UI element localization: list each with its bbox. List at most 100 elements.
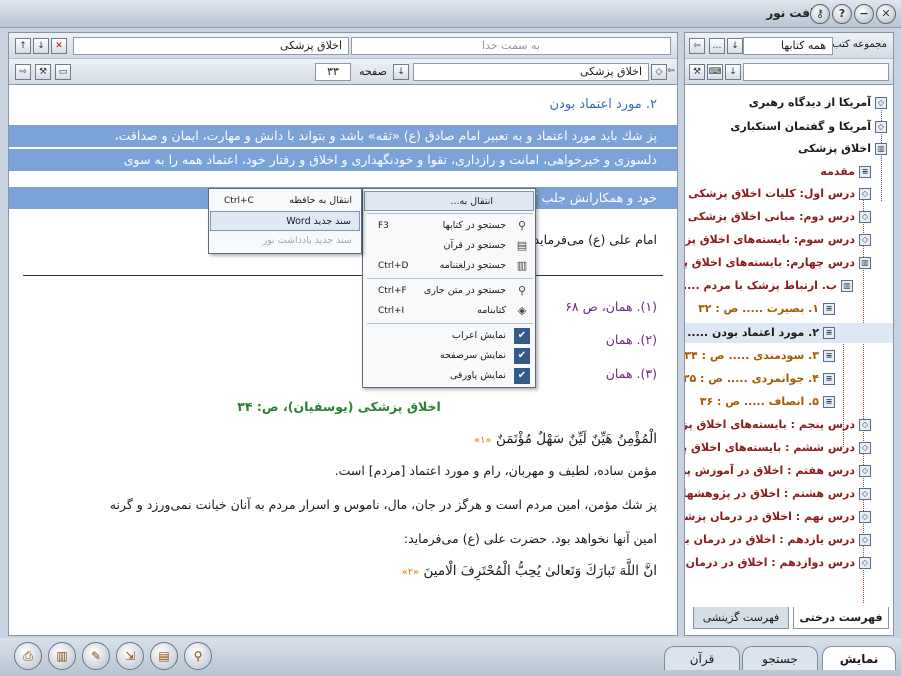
arrow-left-icon[interactable]: ⇦	[667, 64, 675, 80]
layout-icon[interactable]: ▤	[150, 642, 178, 670]
footnote-3: (۳). همان	[605, 366, 657, 381]
tree-item-16[interactable]: ◇ درس هفتم : اخلاق در آموزش پزشکی	[685, 461, 871, 481]
key-icon[interactable]: ⚷	[810, 4, 830, 24]
tree-item-6[interactable]: ◇ درس سوم: بایسته‌های اخلاق پزشکی	[685, 230, 871, 250]
tree-item-20[interactable]: ◇ درس دوازدهم : اخلاق در درمان بیماران	[685, 553, 871, 573]
sort-icon[interactable]: ↓	[725, 64, 741, 80]
page-label: صفحه	[359, 65, 387, 78]
goto-submenu: انتقال به حافظه Ctrl+C سند جدید Word سند …	[208, 188, 362, 254]
menu-show-header-label: نمایش سرصفحه	[439, 350, 506, 361]
tree-item-2[interactable]: ▥ اخلاق پزشکی	[798, 139, 887, 159]
tree-item-label: اخلاق پزشکی	[797, 142, 871, 155]
arabic-quote-2-text: انَّ اللَّهَ تَبارَكَ وَتَعالىٰ يُحِبُّ …	[423, 563, 657, 579]
back-icon[interactable]: ⇦	[689, 38, 705, 54]
open-book-icon: ▤	[516, 239, 528, 252]
tab-show[interactable]: نمایش	[822, 646, 896, 670]
tag-icon[interactable]: ◇	[651, 64, 667, 80]
tree-item-19[interactable]: ◇ درس یازدهم : اخلاق در درمان بیماران	[685, 530, 871, 550]
menu-search-books[interactable]: ⚲ جستجو در کتابها F3	[364, 216, 534, 236]
zoom-icon[interactable]: ⚲	[184, 642, 212, 670]
tree-item-label: درس پنجم : بایسته‌های اخلاق پزشکی	[685, 418, 855, 431]
menu-show-header[interactable]: ✔ نمایش سرصفحه	[364, 346, 534, 366]
arabic-quote-1-text: الْمُؤْمِنُ هَيِّنٌ لَيِّنٌ سَهْلٌ مُؤْت…	[495, 431, 657, 447]
tree-item-11[interactable]: ≡ ۳. سودمندی ..... ص : ۳۴	[685, 346, 835, 366]
wrench-icon[interactable]: ⚒	[689, 64, 705, 80]
tree-item-label: درس یازدهم : اخلاق در درمان بیماران	[685, 533, 855, 546]
books-icon[interactable]: ▥	[48, 642, 76, 670]
menu-goto[interactable]: انتقال به...	[364, 191, 534, 211]
tree-item-18[interactable]: ◇ درس نهم : اخلاق در درمان پزشکی	[685, 507, 871, 527]
tab-tree-index[interactable]: فهرست درختی	[793, 607, 889, 629]
edit-icon[interactable]: ✎	[82, 642, 110, 670]
tree-item-1[interactable]: ◇ آمریکا و گفتمان استکباری	[730, 117, 887, 137]
page-source: اخلاق پزشكى (يوسفيان)، ص: ۳۴	[237, 399, 441, 414]
tree-item-9[interactable]: ≡ ۱. بصیرت ..... ص : ۳۲	[698, 299, 835, 319]
tree-item-13[interactable]: ≡ ۵. انصاف ..... ص : ۳۶	[700, 392, 835, 412]
menu-bookmark[interactable]: ◈ کتابنامه Ctrl+I	[364, 301, 534, 321]
tree-item-10[interactable]: ≡ ۲. مورد اعتماد بودن ..... ص : ۳۳	[685, 323, 893, 343]
menu-show-footnote[interactable]: ✔ نمایش پاورقی	[364, 366, 534, 386]
tree-item-7[interactable]: ▥ درس چهارم: بایسته‌های اخلاق پزشکی	[685, 253, 871, 273]
tree-item-5[interactable]: ◇ درس دوم: مبانی اخلاق پزشکی	[688, 207, 871, 227]
print-icon[interactable]: ⎙	[14, 642, 42, 670]
page-icon: ≡	[823, 373, 835, 385]
tree-item-3[interactable]: ≡ مقدمه	[820, 162, 871, 182]
section-heading: ۲. مورد اعتماد بودن	[549, 97, 658, 112]
menu-separator	[367, 278, 533, 279]
open-book-icon: ▥	[875, 143, 887, 155]
selected-line-2[interactable]: دلسوزى و خيرخواهى، امانت و رازدارى، تقوا…	[9, 149, 677, 171]
tree-item-label: ۱. بصیرت ..... ص : ۳۲	[698, 302, 819, 315]
tree-item-4[interactable]: ◇ درس اول: کلیات اخلاق پزشکی	[688, 184, 871, 204]
page-down-icon[interactable]: ↓	[393, 64, 409, 80]
tree-item-label: درس دوم: مبانی اخلاق پزشکی	[687, 210, 855, 223]
help-icon[interactable]: ?	[832, 4, 852, 24]
library-search-input[interactable]	[743, 63, 889, 81]
tree-item-label: ۲. مورد اعتماد بودن ..... ص : ۳۳	[685, 326, 819, 339]
nav-up-icon[interactable]: ↑	[15, 38, 31, 54]
pages-icon[interactable]: ▭	[55, 64, 71, 80]
tree-item-17[interactable]: ◇ درس هشتم : اخلاق در پژوهشهای	[685, 484, 871, 504]
tree-item-label: ۴. جوانمردی ..... ص : ۳۵	[685, 372, 819, 385]
tab-selective-index[interactable]: فهرست گزینشی	[693, 607, 789, 629]
minimize-icon[interactable]: −	[854, 4, 874, 24]
tree-item-0[interactable]: ◇ آمریکا از دیدگاه رهبری	[749, 93, 887, 113]
page-icon: ≡	[823, 396, 835, 408]
menu-show-arab[interactable]: ✔ نمایش اعراب	[364, 326, 534, 346]
book-tree[interactable]: ◇ آمریکا از دیدگاه رهبری ◇ آمریکا و گفتمان…	[685, 85, 893, 603]
tree-item-14[interactable]: ◇ درس پنجم : بایسته‌های اخلاق پزشکی	[685, 415, 871, 435]
close-icon[interactable]: ✕	[876, 4, 896, 24]
more-icon[interactable]: …	[709, 38, 725, 54]
menu-search-quran-label: جستجو در قرآن	[443, 240, 506, 251]
menu-bookmark-key: Ctrl+I	[378, 306, 405, 316]
arabic-quote-2: انَّ اللَّهَ تَبارَكَ وَتَعالىٰ يُحِبُّ …	[402, 563, 657, 579]
menu-search-dict[interactable]: ▥ جستجو درلغتنامه Ctrl+D	[364, 256, 534, 276]
wrench-icon[interactable]: ⚒	[35, 64, 51, 80]
arrow-right-icon[interactable]: ⇨	[15, 64, 31, 80]
library-combo[interactable]: همه کتابها	[743, 37, 833, 55]
tree-item-label: آمریکا و گفتمان استکباری	[730, 120, 871, 133]
search-field[interactable]: به سمت خدا	[351, 37, 671, 55]
export-icon[interactable]: ⇲	[116, 642, 144, 670]
tree-item-12[interactable]: ≡ ۴. جوانمردی ..... ص : ۳۵	[685, 369, 835, 389]
tree-item-15[interactable]: ◇ درس ششم : بایسته‌های اخلاق پزشکی	[685, 438, 871, 458]
submenu-word[interactable]: سند جدید Word	[210, 211, 360, 231]
keyboard-icon[interactable]: ⌨	[707, 64, 723, 80]
context-menu: انتقال به... ⚲ جستجو در کتابها F3 ▤ جستجو د…	[362, 188, 536, 388]
page-number-input[interactable]: ۳۳	[315, 63, 351, 81]
arabic-quote-2-ref[interactable]: «۲»	[402, 567, 420, 578]
book-icon: ◇	[859, 511, 871, 523]
chevron-down-icon[interactable]: ↓	[727, 38, 743, 54]
menu-goto-label: انتقال به...	[450, 196, 493, 207]
menu-search-quran[interactable]: ▤ جستجو در قرآن	[364, 236, 534, 256]
submenu-copy[interactable]: انتقال به حافظه Ctrl+C	[210, 191, 360, 211]
tab-search[interactable]: جستجو	[742, 646, 818, 670]
menu-search-current[interactable]: ⚲ جستجو در متن جاری Ctrl+F	[364, 281, 534, 301]
nav-down-icon[interactable]: ↓	[33, 38, 49, 54]
close-book-icon[interactable]: ✕	[51, 38, 67, 54]
selected-line-1[interactable]: پز شك بايد مورد اعتماد و به تعبير امام ص…	[9, 125, 677, 147]
arabic-quote-1-ref[interactable]: «۱»	[474, 435, 492, 446]
tree-item-label: درس هشتم : اخلاق در پژوهشهای	[685, 487, 855, 500]
book-content[interactable]: ۲. مورد اعتماد بودن پز شك بايد مورد اعتم…	[9, 89, 677, 635]
tree-item-8[interactable]: ▥ ب. ارتباط پزشک با مردم ....	[685, 276, 853, 296]
tab-quran[interactable]: قرآن	[664, 646, 740, 670]
